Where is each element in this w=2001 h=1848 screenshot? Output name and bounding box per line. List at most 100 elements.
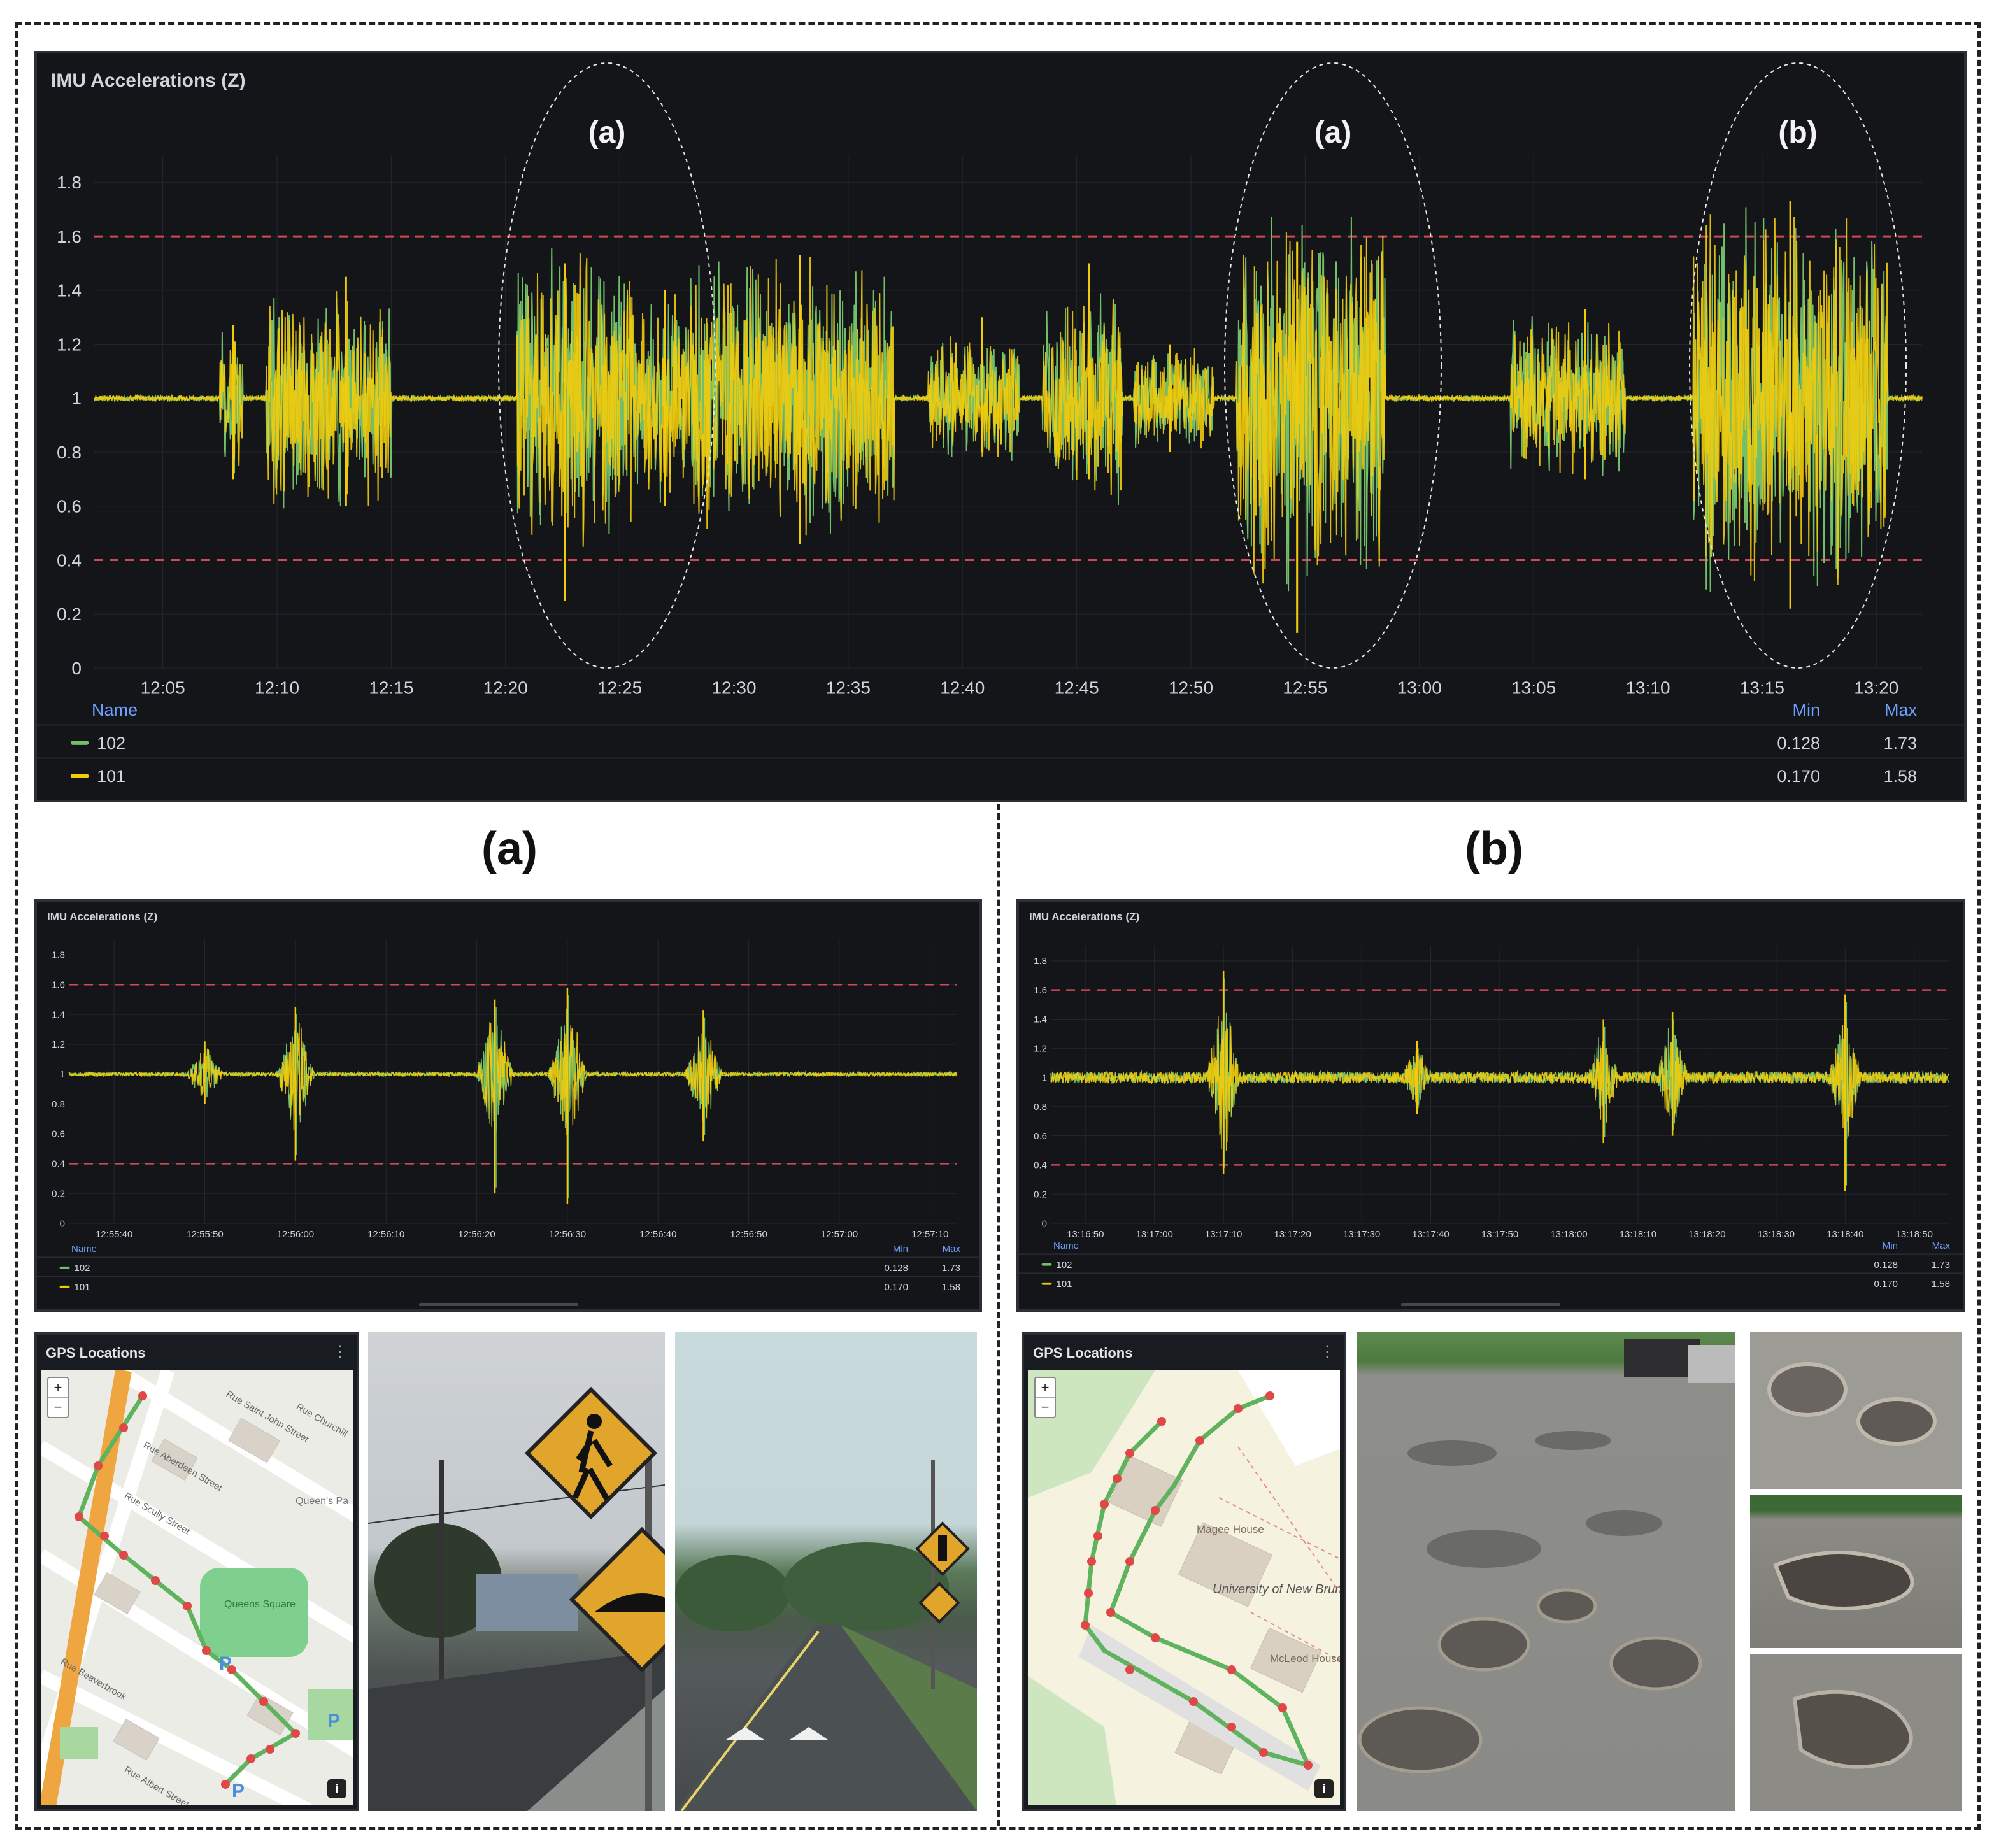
- zoom-control: + −: [47, 1377, 69, 1418]
- y-tick-label: 1.4: [1034, 1014, 1047, 1025]
- x-tick-label: 13:18:00: [1550, 1229, 1587, 1240]
- street-map: Rue Aberdeen Street Rue Scully Street Qu…: [41, 1370, 353, 1805]
- x-tick-label: 13:15: [1740, 678, 1784, 698]
- legend-max-value: 1.73: [1883, 734, 1917, 753]
- y-tick-label: 0.4: [57, 550, 82, 570]
- legend-series-name: 101: [75, 1282, 90, 1293]
- legend-name-header: Name: [92, 700, 138, 720]
- svg-text:P: P: [219, 1653, 232, 1674]
- x-tick-label: 13:17:10: [1205, 1229, 1242, 1240]
- zoom-in-button[interactable]: +: [48, 1378, 68, 1397]
- y-tick-label: 0.8: [57, 443, 82, 462]
- legend-max-header: Max: [1932, 1240, 1951, 1251]
- x-tick-label: 12:56:10: [367, 1229, 404, 1240]
- section-b-gps-panel: GPS Locations ⋮ Magee House University o…: [1022, 1332, 1346, 1811]
- y-tick-label: 0.6: [1034, 1131, 1047, 1142]
- y-tick-label: 0: [60, 1218, 65, 1229]
- x-tick-label: 12:56:00: [277, 1229, 314, 1240]
- x-tick-label: 12:40: [940, 678, 985, 698]
- x-tick-label: 13:05: [1511, 678, 1556, 698]
- x-tick-label: 13:17:50: [1481, 1229, 1518, 1240]
- y-tick-label: 1: [1042, 1072, 1047, 1083]
- y-tick-label: 1.8: [1034, 956, 1047, 967]
- speed-bump-road-photo: [675, 1332, 977, 1811]
- x-tick-label: 12:55:50: [186, 1229, 223, 1240]
- y-tick-label: 0.2: [1034, 1189, 1047, 1200]
- y-tick-label: 0.6: [57, 497, 82, 516]
- y-tick-label: 0.8: [52, 1099, 65, 1110]
- campus-map: Magee House University of New Brunswick …: [1028, 1370, 1340, 1805]
- section-a-chart-panel: IMU Accelerations (Z) 1.8 1.6 1.4 1.2 1 0.8 0.…: [34, 899, 982, 1312]
- zoom-control: + −: [1034, 1377, 1056, 1418]
- section-b-acceleration-chart: 1.8 1.6 1.4 1.2 1 0.8 0.6 0.4 0.2 0 13:16:50 13:17:…: [1019, 946, 1963, 1306]
- x-tick-label: 13:18:30: [1758, 1229, 1795, 1240]
- pedestrian-crossing-and-speed-bump-signs-photo: [368, 1332, 665, 1811]
- x-tick-label: 12:05: [141, 678, 185, 698]
- section-b-label: (b): [1465, 823, 1523, 874]
- y-tick-label: 1.4: [57, 281, 82, 301]
- x-tick-label: 12:55: [1283, 678, 1327, 698]
- x-tick-label: 13:18:20: [1688, 1229, 1725, 1240]
- y-tick-label: 0.6: [52, 1129, 65, 1140]
- legend-min-value: 0.170: [1874, 1279, 1898, 1290]
- top-acceleration-chart: 1.8 1.6 1.4 1.2 1 0.8 0.6 0.4 0.2 0 12:05 12:10 12:1…: [37, 62, 1964, 786]
- gps-panel-title: GPS Locations: [1033, 1345, 1133, 1361]
- legend-series-name: 101: [1057, 1279, 1072, 1290]
- x-tick-label: 12:35: [826, 678, 871, 698]
- x-tick-label: 12:56:30: [549, 1229, 586, 1240]
- panel-menu-icon[interactable]: ⋮: [1320, 1342, 1335, 1361]
- series-102-line: [68, 1008, 958, 1132]
- x-tick-label: 13:00: [1397, 678, 1442, 698]
- top-chart-panel: IMU Accelerations (Z) 1.8 1.6 1.4 1.2 1 0.8 0.…: [34, 51, 1967, 802]
- x-tick-label: 12:50: [1169, 678, 1213, 698]
- event-annotation-label: (a): [1314, 116, 1352, 150]
- gps-map[interactable]: Rue Aberdeen Street Rue Scully Street Qu…: [41, 1370, 353, 1805]
- pothole-closeup-photo-1: [1750, 1332, 1962, 1489]
- map-label: McLeod House: [1270, 1653, 1340, 1665]
- pedestrian-sign-icon: [524, 1386, 658, 1520]
- svg-text:P: P: [232, 1780, 245, 1802]
- y-tick-label: 1.6: [57, 227, 82, 246]
- info-icon[interactable]: i: [1314, 1779, 1334, 1798]
- info-icon[interactable]: i: [327, 1779, 346, 1798]
- gps-map[interactable]: Magee House University of New Brunswick …: [1028, 1370, 1340, 1805]
- y-tick-label: 1.6: [1034, 985, 1047, 996]
- section-divider: [997, 804, 1000, 1826]
- x-tick-label: 12:10: [255, 678, 299, 698]
- x-tick-label: 12:15: [369, 678, 413, 698]
- y-tick-label: 0.4: [52, 1159, 65, 1170]
- legend-min-value: 0.128: [884, 1263, 908, 1274]
- legend-series-name: 102: [75, 1263, 90, 1274]
- panel-menu-icon[interactable]: ⋮: [332, 1342, 348, 1361]
- y-tick-label: 0: [1042, 1218, 1047, 1229]
- legend-min-value: 0.128: [1874, 1260, 1898, 1270]
- scrollbar-handle[interactable]: [1401, 1303, 1560, 1306]
- scrollbar-handle[interactable]: [419, 1303, 578, 1306]
- map-label: Queen's Pa: [296, 1496, 348, 1507]
- y-tick-label: 0.8: [1034, 1102, 1047, 1112]
- x-tick-label: 13:10: [1625, 678, 1670, 698]
- y-tick-label: 1.8: [52, 950, 65, 961]
- event-annotation-label: (b): [1778, 116, 1817, 150]
- x-tick-label: 12:57:00: [821, 1229, 858, 1240]
- zoom-out-button[interactable]: −: [1036, 1397, 1055, 1417]
- x-tick-label: 13:18:10: [1620, 1229, 1656, 1240]
- potholed-parking-lot-photo: [1357, 1332, 1735, 1811]
- x-tick-label: 12:45: [1055, 678, 1099, 698]
- legend-max-header: Max: [943, 1244, 961, 1255]
- zoom-out-button[interactable]: −: [48, 1397, 68, 1417]
- x-tick-label: 13:20: [1854, 678, 1898, 698]
- event-annotation-label: (a): [588, 116, 626, 150]
- section-b-chart-panel: IMU Accelerations (Z) 1.8 1.6 1.4 1.2 1 0.8 0.…: [1016, 899, 1965, 1312]
- legend-min-header: Min: [1883, 1240, 1898, 1251]
- y-tick-label: 0.2: [52, 1188, 65, 1199]
- section-a-label: (a): [481, 823, 538, 874]
- legend-max-value: 1.58: [1883, 767, 1917, 786]
- section-a-gps-panel: GPS Locations ⋮ Rue Aberdeen Street Rue …: [34, 1332, 359, 1811]
- x-tick-label: 12:30: [711, 678, 756, 698]
- legend-series-name: 102: [1057, 1260, 1072, 1270]
- x-tick-label: 12:25: [597, 678, 642, 698]
- legend-max-header: Max: [1884, 700, 1918, 720]
- map-label: Queens Square: [224, 1599, 296, 1610]
- zoom-in-button[interactable]: +: [1036, 1378, 1055, 1397]
